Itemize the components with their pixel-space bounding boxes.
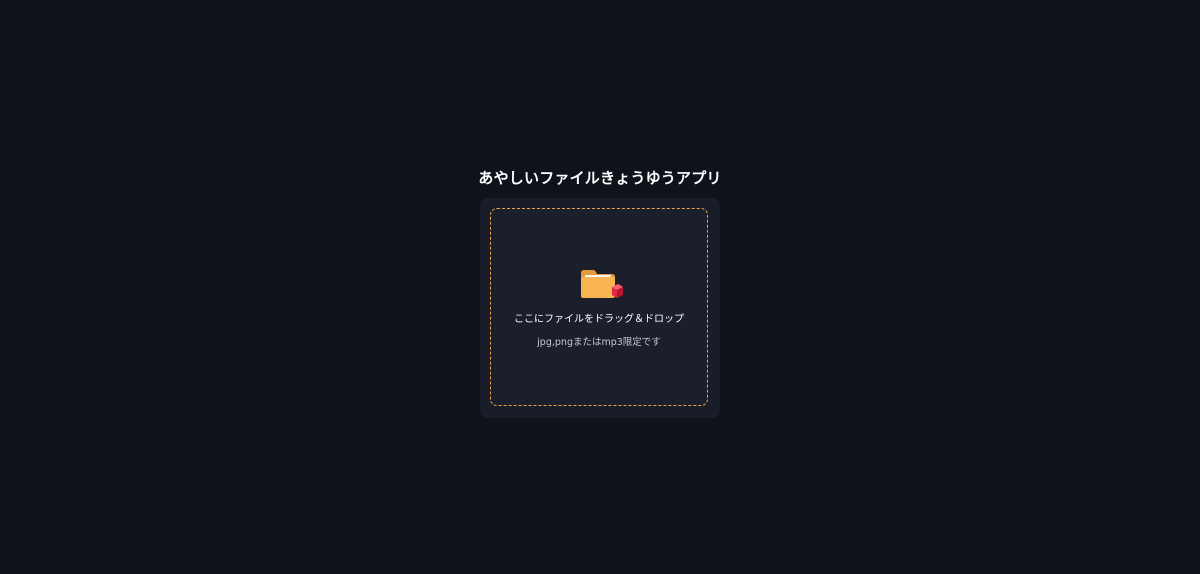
page: あやしいファイルきょうゆうアプリ ここにファイルをドラッグ＆ドロップ jpg,p… <box>0 0 1200 574</box>
upload-card: ここにファイルをドラッグ＆ドロップ jpg,pngまたはmp3限定です <box>480 198 720 418</box>
file-type-hint: jpg,pngまたはmp3限定です <box>537 337 661 348</box>
folder-with-cube-icon <box>581 270 623 298</box>
file-dropzone[interactable]: ここにファイルをドラッグ＆ドロップ jpg,pngまたはmp3限定です <box>490 208 708 406</box>
app-title: あやしいファイルきょうゆうアプリ <box>478 169 722 187</box>
dropzone-instruction: ここにファイルをドラッグ＆ドロップ <box>514 314 684 325</box>
